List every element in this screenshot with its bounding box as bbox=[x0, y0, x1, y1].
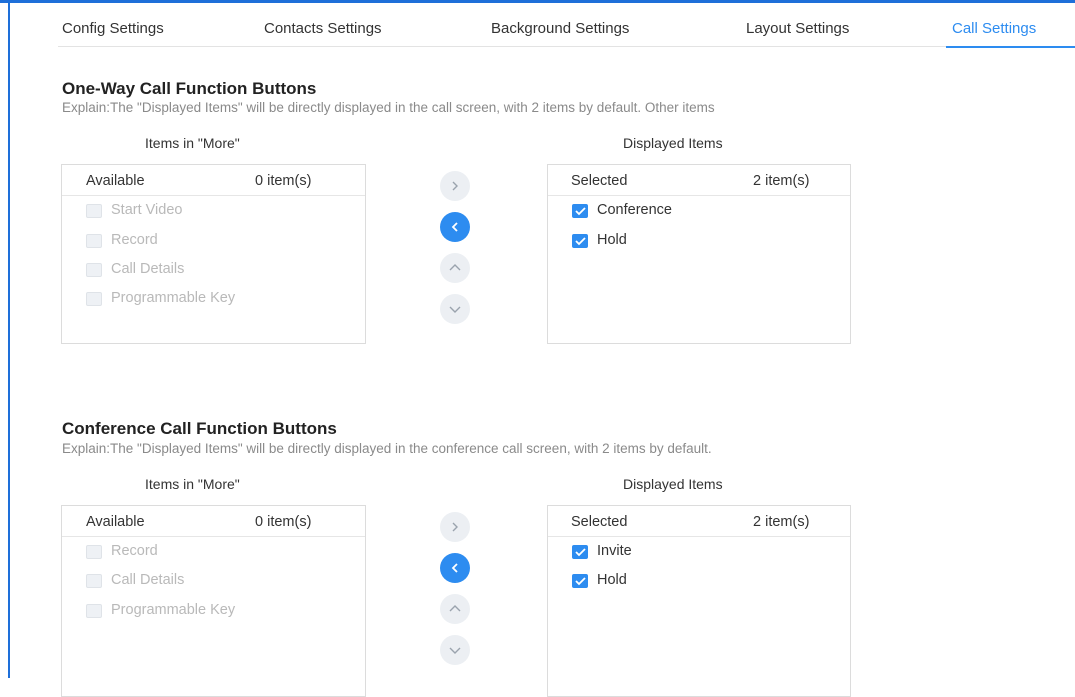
check-icon bbox=[575, 237, 586, 246]
chevron-up-icon bbox=[449, 264, 461, 271]
checkbox[interactable] bbox=[86, 263, 102, 277]
settings-tabs: Config Settings Contacts Settings Backgr… bbox=[0, 0, 1075, 50]
selected-count: 2 item(s) bbox=[753, 514, 810, 530]
selected-list-header: Selected 2 item(s) bbox=[548, 506, 850, 537]
available-header-label: Available bbox=[86, 173, 145, 189]
move-right-button[interactable] bbox=[440, 171, 470, 201]
window-left-border bbox=[0, 0, 10, 678]
chevron-left-icon bbox=[451, 563, 458, 573]
available-count: 0 item(s) bbox=[255, 173, 312, 189]
tab-background-settings[interactable]: Background Settings bbox=[491, 20, 629, 37]
item-label: Start Video bbox=[111, 202, 183, 218]
selected-count: 2 item(s) bbox=[753, 173, 810, 189]
item-label: Record bbox=[111, 232, 158, 248]
chevron-right-icon bbox=[452, 181, 458, 191]
tab-layout-settings[interactable]: Layout Settings bbox=[746, 20, 849, 37]
checkbox[interactable] bbox=[572, 574, 588, 588]
item-label: Call Details bbox=[111, 261, 185, 277]
checkbox[interactable] bbox=[572, 545, 588, 559]
displayed-items-caption: Displayed Items bbox=[623, 135, 723, 151]
move-left-button[interactable] bbox=[440, 212, 470, 242]
move-down-button[interactable] bbox=[440, 635, 470, 665]
section-explain: Explain:The "Displayed Items" will be di… bbox=[62, 100, 715, 115]
checkbox[interactable] bbox=[86, 204, 102, 218]
checkbox[interactable] bbox=[86, 292, 102, 306]
check-icon bbox=[575, 207, 586, 216]
tab-config-settings[interactable]: Config Settings bbox=[62, 20, 164, 37]
chevron-right-icon bbox=[452, 522, 458, 532]
more-items-caption: Items in "More" bbox=[145, 476, 240, 492]
check-icon bbox=[575, 548, 586, 557]
checkbox[interactable] bbox=[572, 204, 588, 218]
tab-call-settings[interactable]: Call Settings bbox=[952, 20, 1036, 37]
selected-list: Selected 2 item(s) Conference Hold bbox=[547, 164, 851, 344]
move-down-button[interactable] bbox=[440, 294, 470, 324]
move-left-button[interactable] bbox=[440, 553, 470, 583]
checkbox[interactable] bbox=[86, 234, 102, 248]
checkbox[interactable] bbox=[86, 574, 102, 588]
chevron-down-icon bbox=[449, 306, 461, 313]
chevron-left-icon bbox=[451, 222, 458, 232]
checkbox[interactable] bbox=[86, 604, 102, 618]
selected-list: Selected 2 item(s) Invite Hold bbox=[547, 505, 851, 697]
chevron-up-icon bbox=[449, 605, 461, 612]
check-icon bbox=[575, 577, 586, 586]
item-label: Record bbox=[111, 543, 158, 559]
item-label: Hold bbox=[597, 232, 627, 248]
item-label: Conference bbox=[597, 202, 672, 218]
move-up-button[interactable] bbox=[440, 253, 470, 283]
selected-header-label: Selected bbox=[571, 173, 628, 189]
section-explain: Explain:The "Displayed Items" will be di… bbox=[62, 441, 712, 456]
item-label: Call Details bbox=[111, 572, 185, 588]
more-items-caption: Items in "More" bbox=[145, 135, 240, 151]
item-label: Programmable Key bbox=[111, 290, 236, 306]
available-list: Available 0 item(s) Record Call Details … bbox=[61, 505, 366, 697]
move-up-button[interactable] bbox=[440, 594, 470, 624]
checkbox[interactable] bbox=[572, 234, 588, 248]
item-label: Programmable Key bbox=[111, 602, 236, 618]
section-title: One-Way Call Function Buttons bbox=[62, 79, 317, 98]
available-header-label: Available bbox=[86, 514, 145, 530]
tabs-divider bbox=[58, 46, 1075, 47]
available-list-header: Available 0 item(s) bbox=[62, 506, 365, 537]
displayed-items-caption: Displayed Items bbox=[623, 476, 723, 492]
move-right-button[interactable] bbox=[440, 512, 470, 542]
item-label: Hold bbox=[597, 572, 627, 588]
tab-contacts-settings[interactable]: Contacts Settings bbox=[264, 20, 382, 37]
available-list: Available 0 item(s) Start Video Record C… bbox=[61, 164, 366, 344]
selected-header-label: Selected bbox=[571, 514, 628, 530]
item-label: Invite bbox=[597, 543, 632, 559]
chevron-down-icon bbox=[449, 647, 461, 654]
section-title: Conference Call Function Buttons bbox=[62, 419, 337, 438]
selected-list-header: Selected 2 item(s) bbox=[548, 165, 850, 196]
available-list-header: Available 0 item(s) bbox=[62, 165, 365, 196]
active-tab-indicator bbox=[946, 46, 1075, 48]
available-count: 0 item(s) bbox=[255, 514, 312, 530]
checkbox[interactable] bbox=[86, 545, 102, 559]
